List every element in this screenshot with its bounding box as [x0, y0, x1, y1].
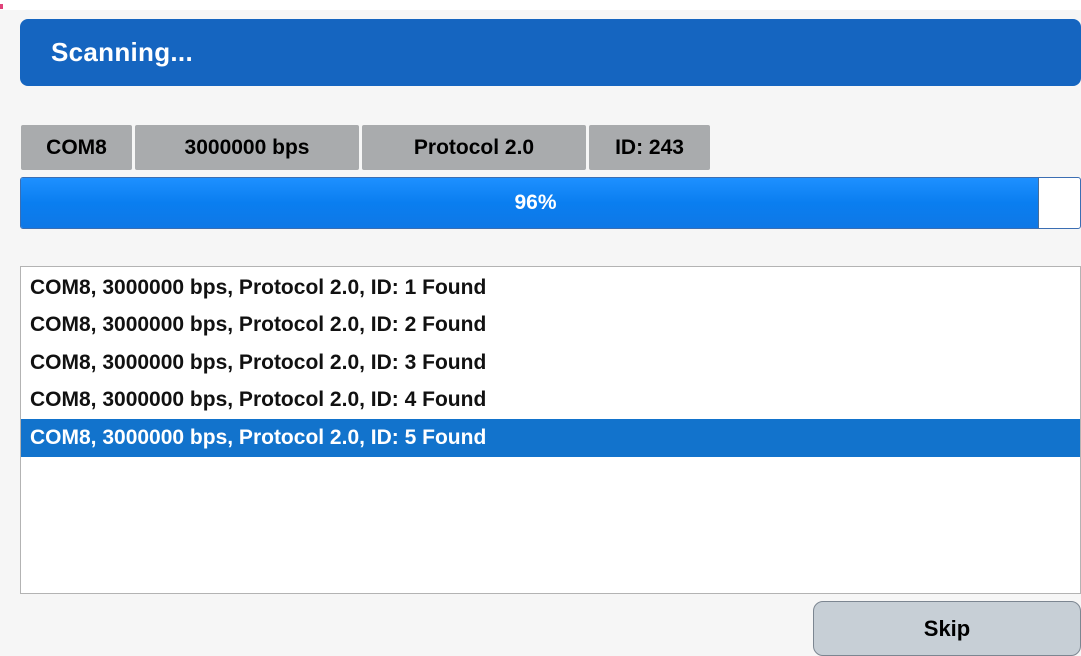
- current-id-chip: ID: 243: [589, 125, 710, 170]
- scan-header: Scanning...: [20, 19, 1081, 86]
- port-chip: COM8: [21, 125, 132, 170]
- progress-label: 96%: [514, 191, 557, 214]
- corner-marker: [0, 4, 3, 9]
- baud-rate-chip: 3000000 bps: [135, 125, 359, 170]
- skip-button[interactable]: Skip: [813, 601, 1081, 656]
- list-item[interactable]: COM8, 3000000 bps, Protocol 2.0, ID: 3 F…: [21, 344, 1080, 382]
- list-item[interactable]: COM8, 3000000 bps, Protocol 2.0, ID: 2 F…: [21, 307, 1080, 345]
- scan-progress-bar: 96%: [20, 177, 1081, 229]
- list-item[interactable]: COM8, 3000000 bps, Protocol 2.0, ID: 1 F…: [21, 269, 1080, 307]
- list-item[interactable]: COM8, 3000000 bps, Protocol 2.0, ID: 5 F…: [21, 419, 1080, 457]
- status-chips: COM8 3000000 bps Protocol 2.0 ID: 243: [21, 125, 710, 170]
- page-title: Scanning...: [51, 37, 193, 67]
- protocol-chip: Protocol 2.0: [362, 125, 586, 170]
- results-list[interactable]: COM8, 3000000 bps, Protocol 2.0, ID: 1 F…: [21, 267, 1080, 457]
- list-item[interactable]: COM8, 3000000 bps, Protocol 2.0, ID: 4 F…: [21, 382, 1080, 420]
- results-list-box[interactable]: COM8, 3000000 bps, Protocol 2.0, ID: 1 F…: [20, 266, 1081, 594]
